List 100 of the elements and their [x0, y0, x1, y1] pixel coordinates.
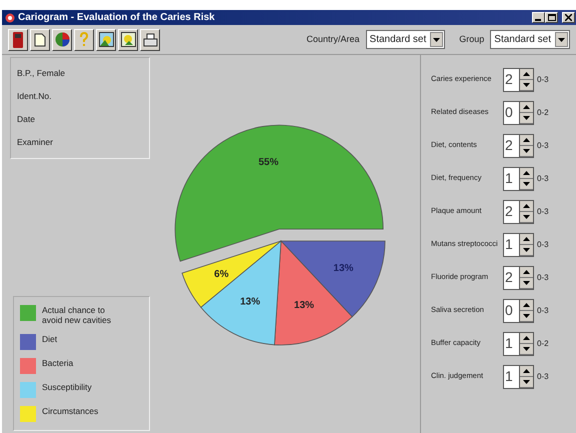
device-icon: [13, 32, 23, 48]
spinner-value-field[interactable]: 1: [503, 166, 519, 190]
percentage-label: 55%: [258, 156, 278, 168]
selector-label: Group: [459, 32, 484, 46]
app-icon: [5, 12, 15, 22]
spin-down-button[interactable]: [520, 310, 533, 322]
up-arrow-icon: [523, 336, 530, 340]
pie-chart-icon: [54, 32, 70, 47]
range-label: 0-3: [537, 172, 549, 184]
range-label: 0-2: [537, 338, 549, 350]
percentage-label: 13%: [294, 300, 314, 311]
info-label: B.P., Female: [17, 67, 66, 80]
range-label: 0-3: [537, 74, 549, 86]
spinner-value-field[interactable]: 2: [503, 200, 519, 224]
down-arrow-icon: [523, 346, 530, 350]
down-arrow-icon: [523, 82, 530, 86]
legend-label: Circumstances: [42, 406, 100, 417]
up-arrow-icon: [523, 302, 530, 306]
spin-up-button[interactable]: [520, 102, 533, 112]
spin-down-button[interactable]: [520, 112, 533, 124]
up-arrow-icon: [523, 204, 530, 208]
help-icon: [79, 32, 89, 47]
spin-up-button[interactable]: [520, 300, 533, 310]
maximize-icon: [548, 14, 556, 21]
spin-up-button[interactable]: [520, 168, 533, 178]
down-arrow-icon: [523, 380, 530, 384]
spin-up-button[interactable]: [520, 332, 533, 344]
range-label: 0-3: [537, 370, 549, 382]
spin-down-button[interactable]: [520, 212, 533, 222]
window-title: Cariogram - Evaluation of the Caries Risk: [18, 11, 216, 25]
percentage-label: 13%: [333, 263, 354, 274]
spin-down-button[interactable]: [520, 344, 533, 354]
down-arrow-icon: [523, 248, 530, 252]
spin-down-button[interactable]: [520, 244, 533, 256]
up-arrow-icon: [523, 138, 530, 142]
up-arrow-icon: [523, 236, 530, 240]
spinner-value-field[interactable]: 1: [503, 332, 519, 356]
legend-label: Susceptibility: [42, 382, 93, 393]
maximize-button[interactable]: [545, 12, 558, 23]
document-icon: [34, 32, 46, 46]
spin-up-button[interactable]: [520, 200, 533, 212]
printer-icon: [142, 32, 158, 46]
device-button[interactable]: [8, 28, 28, 50]
up-arrow-icon: [523, 72, 530, 76]
info-label: Ident.No.: [17, 90, 52, 103]
up-arrow-icon: [523, 368, 530, 372]
spin-up-button[interactable]: [520, 134, 533, 146]
spinner-value-field[interactable]: 2: [503, 266, 519, 290]
image-button[interactable]: [96, 28, 116, 50]
range-label: 0-3: [537, 238, 549, 250]
pie-chart-button[interactable]: [52, 28, 72, 50]
spinner-value-field[interactable]: 1: [503, 232, 519, 256]
range-label: 0-2: [537, 106, 549, 118]
spin-up-button[interactable]: [520, 68, 533, 80]
close-button[interactable]: [562, 12, 575, 23]
range-label: 0-3: [537, 272, 549, 284]
spin-down-button[interactable]: [520, 278, 533, 288]
down-arrow-icon: [523, 280, 530, 284]
range-label: 0-3: [537, 304, 549, 316]
up-arrow-icon: [523, 170, 530, 174]
down-arrow-icon: [523, 214, 530, 218]
dropdown[interactable]: Standard set: [490, 30, 570, 49]
spinner-value-field[interactable]: 1: [503, 364, 519, 388]
dropdown-arrow-icon: [558, 38, 565, 42]
range-label: 0-3: [537, 140, 549, 152]
percentage-label: 13%: [240, 296, 260, 308]
help-button[interactable]: [74, 28, 94, 50]
spin-up-button[interactable]: [520, 366, 533, 376]
up-arrow-icon: [523, 104, 530, 108]
down-arrow-icon: [523, 148, 530, 152]
down-arrow-icon: [523, 116, 530, 120]
close-icon: [565, 14, 572, 21]
spin-up-button[interactable]: [520, 234, 533, 244]
down-arrow-icon: [523, 182, 530, 186]
print-button[interactable]: [140, 28, 160, 50]
image-icon: [98, 32, 114, 47]
spinner-value-field[interactable]: 2: [503, 68, 519, 92]
info-label: Date: [17, 113, 36, 126]
image-icon: [120, 32, 136, 47]
spinner-value-field[interactable]: 0: [503, 100, 519, 124]
dropdown-arrow-icon: [433, 38, 440, 42]
image-button[interactable]: [118, 28, 138, 50]
range-label: 0-3: [537, 206, 549, 218]
spinner-value-field[interactable]: 0: [503, 298, 519, 322]
spin-down-button[interactable]: [520, 376, 533, 388]
new-document-button[interactable]: [30, 28, 50, 50]
minimize-button[interactable]: [532, 12, 545, 23]
legend-label: Actual chance to avoid new cavities: [42, 305, 112, 326]
down-arrow-icon: [523, 314, 530, 318]
spin-down-button[interactable]: [520, 178, 533, 190]
spin-down-button[interactable]: [520, 146, 533, 156]
spinner-value-field[interactable]: 2: [503, 134, 519, 158]
dropdown[interactable]: Standard set: [366, 30, 446, 49]
info-label: Examiner: [17, 136, 54, 149]
legend-label: Bacteria: [42, 358, 74, 369]
legend-label: Diet: [42, 334, 58, 345]
selector-label: Country/Area: [306, 32, 360, 46]
spin-up-button[interactable]: [520, 266, 533, 278]
spin-down-button[interactable]: [520, 80, 533, 90]
up-arrow-icon: [523, 270, 530, 274]
